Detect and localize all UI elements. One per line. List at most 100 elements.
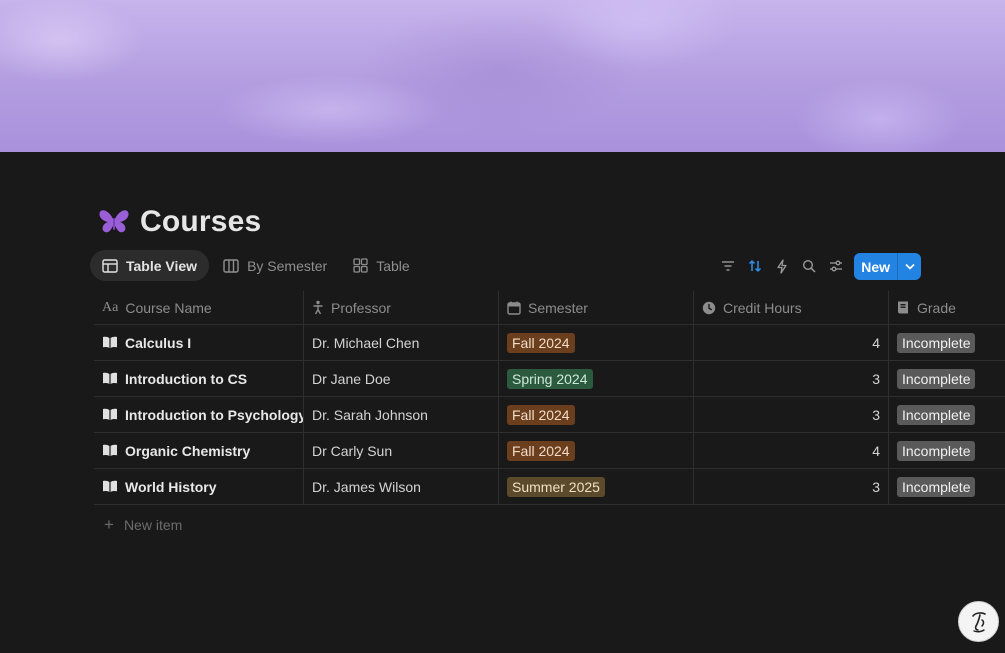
grade-tag: Incomplete — [897, 368, 976, 389]
column-header-semester[interactable]: Semester — [499, 291, 694, 324]
course-name: Introduction to Psychology — [125, 406, 304, 423]
table-row[interactable]: World History Dr. James Wilson Summer 20… — [94, 469, 1005, 505]
table-row[interactable]: Calculus I Dr. Michael Chen Fall 2024 4 … — [94, 325, 1005, 361]
cell-credit-hours[interactable]: 3 — [694, 469, 889, 504]
text-icon: Aa — [102, 299, 119, 315]
tab-label: By Semester — [247, 257, 328, 274]
column-header-course-name[interactable]: Aa Course Name — [94, 291, 304, 324]
grade-tag: Incomplete — [897, 440, 976, 461]
grade-tag: Incomplete — [897, 332, 976, 353]
open-book-icon — [103, 408, 117, 420]
new-item-label: New item — [123, 517, 183, 533]
tab-table-view[interactable]: Table View — [90, 250, 210, 281]
automation-icon — [776, 258, 787, 274]
tab-label: Table View — [126, 257, 198, 274]
cell-semester[interactable]: Spring 2024 — [499, 361, 694, 396]
new-dropdown-button[interactable] — [897, 253, 921, 280]
cell-grade[interactable]: Incomplete — [889, 397, 1005, 432]
database-toolbar — [714, 252, 849, 280]
cell-grade[interactable]: Incomplete — [889, 325, 1005, 360]
column-header-grade[interactable]: Grade — [889, 291, 1005, 324]
cell-semester[interactable]: Fall 2024 — [499, 397, 694, 432]
cell-grade[interactable]: Incomplete — [889, 361, 1005, 396]
new-button-group: New — [854, 253, 921, 280]
column-label: Course Name — [125, 299, 212, 316]
page-header: Courses — [98, 202, 261, 242]
new-button[interactable]: New — [854, 253, 897, 280]
semester-tag: Fall 2024 — [507, 404, 575, 425]
cell-course-name[interactable]: World History — [94, 469, 304, 504]
cell-semester[interactable]: Summer 2025 — [499, 469, 694, 504]
settings-icon — [829, 260, 842, 272]
assistant-face-icon — [971, 611, 986, 632]
column-header-professor[interactable]: Professor — [304, 291, 499, 324]
calendar-icon — [507, 301, 521, 315]
column-label: Professor — [331, 299, 391, 316]
credit-hours-value: 4 — [872, 334, 880, 351]
filter-button[interactable] — [714, 252, 741, 280]
tab-label: Table — [376, 257, 410, 274]
person-icon — [313, 300, 323, 315]
open-book-icon — [103, 444, 117, 456]
cell-credit-hours[interactable]: 4 — [694, 433, 889, 468]
cell-professor[interactable]: Dr. James Wilson — [304, 469, 499, 504]
chevron-down-icon — [905, 263, 915, 270]
filter-icon — [721, 261, 734, 271]
tab-by-semester[interactable]: By Semester — [211, 250, 339, 281]
settings-button[interactable] — [822, 252, 849, 280]
cell-semester[interactable]: Fall 2024 — [499, 325, 694, 360]
semester-tag: Fall 2024 — [507, 440, 575, 461]
cell-course-name[interactable]: Introduction to Psychology — [94, 397, 304, 432]
semester-tag: Spring 2024 — [507, 368, 593, 389]
semester-tag: Fall 2024 — [507, 332, 575, 353]
grade-tag: Incomplete — [897, 476, 976, 497]
search-button[interactable] — [795, 252, 822, 280]
course-name: World History — [125, 478, 217, 495]
cell-credit-hours[interactable]: 3 — [694, 397, 889, 432]
search-icon — [802, 259, 816, 273]
semester-tag: Summer 2025 — [507, 476, 605, 497]
table-icon — [102, 258, 118, 273]
cell-course-name[interactable]: Calculus I — [94, 325, 304, 360]
course-name: Calculus I — [125, 334, 192, 351]
cell-grade[interactable]: Incomplete — [889, 433, 1005, 468]
butterfly-icon[interactable] — [98, 208, 130, 236]
gallery-icon — [353, 258, 368, 273]
courses-table: Aa Course Name Professor Semester Credit… — [94, 291, 1005, 505]
table-row[interactable]: Introduction to Psychology Dr. Sarah Joh… — [94, 397, 1005, 433]
tab-table[interactable]: Table — [341, 250, 421, 281]
sort-button[interactable] — [741, 252, 768, 280]
table-row[interactable]: Introduction to CS Dr Jane Doe Spring 20… — [94, 361, 1005, 397]
professor-name: Dr Jane Doe — [312, 370, 391, 387]
help-button[interactable] — [958, 601, 999, 642]
professor-name: Dr. James Wilson — [312, 478, 421, 495]
professor-name: Dr. Sarah Johnson — [312, 406, 428, 423]
cell-credit-hours[interactable]: 3 — [694, 361, 889, 396]
cell-professor[interactable]: Dr Jane Doe — [304, 361, 499, 396]
sort-icon — [748, 259, 761, 273]
professor-name: Dr Carly Sun — [312, 442, 393, 459]
grade-tag: Incomplete — [897, 404, 976, 425]
cell-professor[interactable]: Dr. Sarah Johnson — [304, 397, 499, 432]
cell-course-name[interactable]: Organic Chemistry — [94, 433, 304, 468]
plus-icon: + — [104, 515, 114, 534]
cell-course-name[interactable]: Introduction to CS — [94, 361, 304, 396]
table-row[interactable]: Organic Chemistry Dr Carly Sun Fall 2024… — [94, 433, 1005, 469]
automation-button[interactable] — [768, 252, 795, 280]
cell-grade[interactable]: Incomplete — [889, 469, 1005, 504]
cell-professor[interactable]: Dr. Michael Chen — [304, 325, 499, 360]
cell-credit-hours[interactable]: 4 — [694, 325, 889, 360]
professor-name: Dr. Michael Chen — [312, 334, 420, 351]
book-icon — [898, 301, 908, 314]
page-cover-image[interactable] — [0, 0, 1005, 152]
new-item-button[interactable]: + New item — [104, 515, 182, 535]
course-name: Organic Chemistry — [125, 442, 251, 459]
column-label: Grade — [917, 299, 956, 316]
column-header-credit-hours[interactable]: Credit Hours — [694, 291, 889, 324]
column-label: Credit Hours — [723, 299, 802, 316]
page-title[interactable]: Courses — [140, 205, 261, 239]
cell-semester[interactable]: Fall 2024 — [499, 433, 694, 468]
cell-professor[interactable]: Dr Carly Sun — [304, 433, 499, 468]
credit-hours-value: 3 — [872, 406, 880, 423]
open-book-icon — [103, 480, 117, 492]
